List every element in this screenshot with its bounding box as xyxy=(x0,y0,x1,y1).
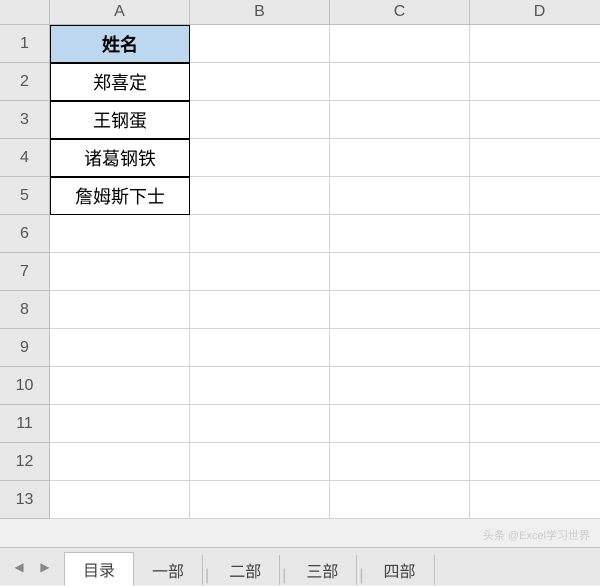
cell-a8[interactable] xyxy=(50,291,190,329)
cell-d5[interactable] xyxy=(470,177,600,215)
cell-d2[interactable] xyxy=(470,63,600,101)
row-header-4[interactable]: 4 xyxy=(0,139,50,177)
cell-b12[interactable] xyxy=(190,443,330,481)
select-all-corner[interactable] xyxy=(0,0,50,25)
col-header-b[interactable]: B xyxy=(190,0,330,25)
cell-c6[interactable] xyxy=(330,215,470,253)
row-header-3[interactable]: 3 xyxy=(0,101,50,139)
row-headers: 1 2 3 4 5 6 7 8 9 10 11 12 13 xyxy=(0,25,50,519)
cell-c10[interactable] xyxy=(330,367,470,405)
tab-separator: | xyxy=(357,567,365,585)
cell-b11[interactable] xyxy=(190,405,330,443)
row-header-13[interactable]: 13 xyxy=(0,481,50,519)
cell-d7[interactable] xyxy=(470,253,600,291)
cell-a4[interactable]: 诸葛钢铁 xyxy=(50,139,190,177)
cell-a11[interactable] xyxy=(50,405,190,443)
tab-part1[interactable]: 一部 xyxy=(134,555,203,585)
column-headers: A B C D xyxy=(50,0,600,25)
cell-c4[interactable] xyxy=(330,139,470,177)
col-header-d[interactable]: D xyxy=(470,0,600,25)
cell-a3[interactable]: 王钢蛋 xyxy=(50,101,190,139)
row-header-5[interactable]: 5 xyxy=(0,177,50,215)
tab-next-icon[interactable]: ▶ xyxy=(34,556,56,578)
cell-b8[interactable] xyxy=(190,291,330,329)
row-header-7[interactable]: 7 xyxy=(0,253,50,291)
cell-a13[interactable] xyxy=(50,481,190,519)
tab-part2[interactable]: 二部 xyxy=(211,555,280,585)
sheet-tab-bar: ◀ ▶ 目录 一部 | 二部 | 三部 | 四部 xyxy=(0,547,600,585)
cells-area: 姓名 郑喜定 王钢蛋 诸葛钢铁 詹姆斯下士 xyxy=(50,25,600,519)
cell-c7[interactable] xyxy=(330,253,470,291)
cell-b7[interactable] xyxy=(190,253,330,291)
cell-a2[interactable]: 郑喜定 xyxy=(50,63,190,101)
cell-c3[interactable] xyxy=(330,101,470,139)
cell-a12[interactable] xyxy=(50,443,190,481)
tab-nav-buttons: ◀ ▶ xyxy=(0,556,64,578)
cell-c9[interactable] xyxy=(330,329,470,367)
cell-c5[interactable] xyxy=(330,177,470,215)
cell-b13[interactable] xyxy=(190,481,330,519)
cell-c2[interactable] xyxy=(330,63,470,101)
cell-a6[interactable] xyxy=(50,215,190,253)
cell-c1[interactable] xyxy=(330,25,470,63)
cell-c13[interactable] xyxy=(330,481,470,519)
cell-a5[interactable]: 詹姆斯下士 xyxy=(50,177,190,215)
tab-directory[interactable]: 目录 xyxy=(64,552,134,586)
watermark-text: 头条 @Excel学习世界 xyxy=(483,527,590,543)
cell-d3[interactable] xyxy=(470,101,600,139)
cell-a7[interactable] xyxy=(50,253,190,291)
row-header-12[interactable]: 12 xyxy=(0,443,50,481)
row-header-1[interactable]: 1 xyxy=(0,25,50,63)
cell-d13[interactable] xyxy=(470,481,600,519)
cell-a9[interactable] xyxy=(50,329,190,367)
tab-prev-icon[interactable]: ◀ xyxy=(8,556,30,578)
cell-c11[interactable] xyxy=(330,405,470,443)
row-header-2[interactable]: 2 xyxy=(0,63,50,101)
cell-d12[interactable] xyxy=(470,443,600,481)
cell-d10[interactable] xyxy=(470,367,600,405)
cell-b1[interactable] xyxy=(190,25,330,63)
cell-b3[interactable] xyxy=(190,101,330,139)
cell-d6[interactable] xyxy=(470,215,600,253)
cell-c12[interactable] xyxy=(330,443,470,481)
row-header-10[interactable]: 10 xyxy=(0,367,50,405)
cell-b5[interactable] xyxy=(190,177,330,215)
cell-b4[interactable] xyxy=(190,139,330,177)
row-header-8[interactable]: 8 xyxy=(0,291,50,329)
col-header-a[interactable]: A xyxy=(50,0,190,25)
row-header-11[interactable]: 11 xyxy=(0,405,50,443)
cell-c8[interactable] xyxy=(330,291,470,329)
tab-separator: | xyxy=(280,567,288,585)
cell-b6[interactable] xyxy=(190,215,330,253)
cell-d1[interactable] xyxy=(470,25,600,63)
cell-d8[interactable] xyxy=(470,291,600,329)
cell-b2[interactable] xyxy=(190,63,330,101)
tab-part3[interactable]: 三部 xyxy=(288,555,357,585)
col-header-c[interactable]: C xyxy=(330,0,470,25)
cell-b9[interactable] xyxy=(190,329,330,367)
cell-d11[interactable] xyxy=(470,405,600,443)
cell-b10[interactable] xyxy=(190,367,330,405)
row-header-9[interactable]: 9 xyxy=(0,329,50,367)
cell-d4[interactable] xyxy=(470,139,600,177)
tab-part4[interactable]: 四部 xyxy=(366,555,435,585)
sheet-tabs: 目录 一部 | 二部 | 三部 | 四部 xyxy=(64,548,435,585)
tab-separator: | xyxy=(203,567,211,585)
cell-a1[interactable]: 姓名 xyxy=(50,25,190,63)
row-header-6[interactable]: 6 xyxy=(0,215,50,253)
cell-a10[interactable] xyxy=(50,367,190,405)
cell-d9[interactable] xyxy=(470,329,600,367)
